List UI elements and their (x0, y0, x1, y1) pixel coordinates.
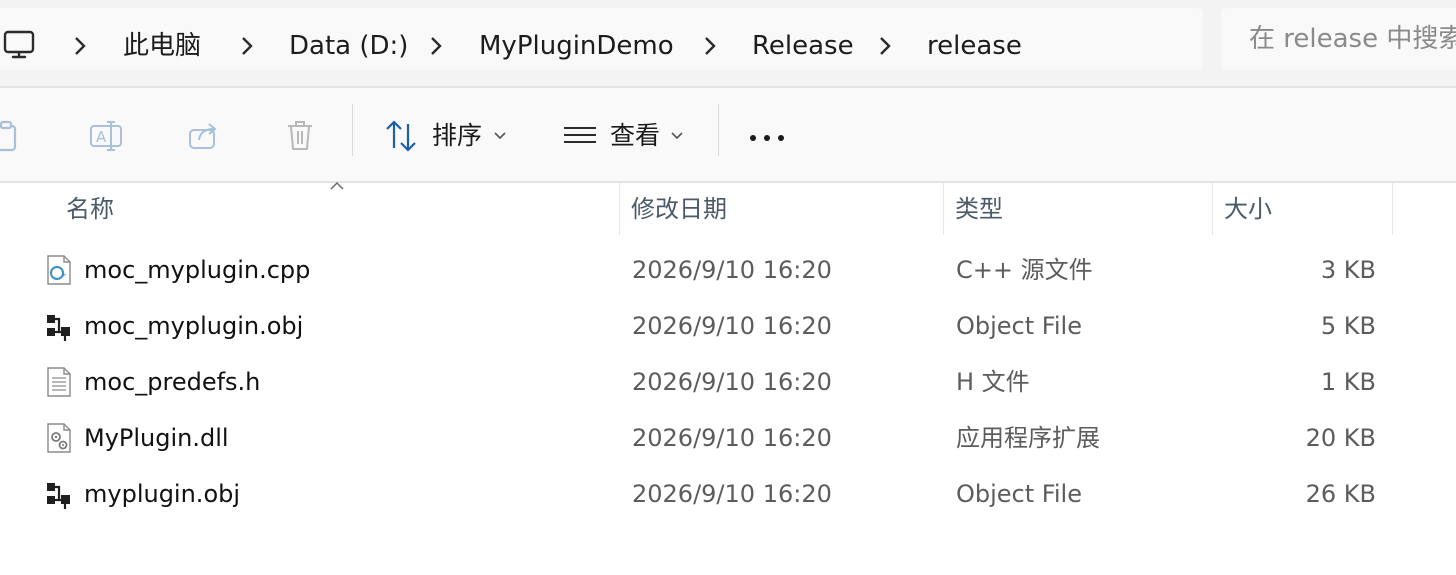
column-header-size[interactable]: 大小 (1224, 183, 1272, 235)
column-divider[interactable] (1212, 183, 1213, 235)
chevron-right-icon[interactable] (429, 35, 443, 57)
file-type: H 文件 (956, 368, 1030, 396)
sort-label: 排序 (432, 121, 483, 150)
file-modified: 2026/9/10 16:20 (632, 368, 832, 396)
file-name[interactable]: moc_myplugin.obj (84, 298, 303, 354)
file-row[interactable]: myplugin.obj 2026/9/10 16:20 Object File… (0, 466, 1456, 522)
copy-icon[interactable] (0, 118, 24, 154)
file-size: 1 KB (1320, 368, 1376, 396)
file-row[interactable]: + moc_myplugin.cpp 2026/9/10 16:20 C++ 源… (0, 242, 1456, 298)
rename-icon[interactable]: A (88, 118, 124, 154)
search-box[interactable]: 在 release 中搜索 (1221, 8, 1456, 70)
share-icon[interactable] (186, 118, 222, 154)
delete-icon[interactable] (282, 118, 318, 154)
cpp-file-icon: + (47, 255, 71, 285)
file-type: C++ 源文件 (956, 256, 1093, 284)
file-row[interactable]: moc_predefs.h 2026/9/10 16:20 H 文件 1 KB (0, 354, 1456, 410)
breadcrumb-this-pc[interactable]: 此电脑 (123, 26, 201, 66)
view-icon (564, 127, 596, 143)
object-file-icon (47, 483, 70, 509)
file-size: 20 KB (1305, 424, 1376, 452)
breadcrumb-data-drive[interactable]: Data (D:) (289, 26, 408, 66)
file-modified: 2026/9/10 16:20 (632, 424, 832, 452)
file-type: Object File (956, 480, 1082, 508)
breadcrumb-release-current[interactable]: release (927, 26, 1022, 66)
file-name[interactable]: moc_predefs.h (84, 354, 260, 410)
column-header-name[interactable]: 名称 (66, 183, 114, 235)
file-size: 5 KB (1320, 312, 1376, 340)
column-divider[interactable] (1392, 183, 1393, 235)
chevron-right-icon[interactable] (240, 35, 254, 57)
toolbar-divider (718, 104, 719, 156)
file-name[interactable]: myplugin.obj (84, 466, 240, 522)
file-explorer-window: 此电脑 Data (D:) MyPluginDemo Release relea… (0, 0, 1456, 575)
column-divider[interactable] (619, 183, 620, 235)
file-row[interactable]: moc_myplugin.obj 2026/9/10 16:20 Object … (0, 298, 1456, 354)
command-bar: A 排序 查看 (0, 88, 1456, 181)
file-name[interactable]: moc_myplugin.cpp (84, 242, 310, 298)
chevron-right-icon[interactable] (703, 35, 717, 57)
dll-file-icon (47, 423, 71, 453)
toolbar-divider (352, 104, 353, 156)
sort-icon (386, 120, 416, 152)
more-horizontal-icon[interactable] (748, 134, 788, 142)
file-modified: 2026/9/10 16:20 (632, 312, 832, 340)
file-size: 3 KB (1320, 256, 1376, 284)
chevron-right-icon[interactable] (73, 35, 87, 57)
view-label: 查看 (610, 121, 661, 150)
chevron-down-icon (671, 132, 683, 140)
column-header-type[interactable]: 类型 (955, 183, 1003, 235)
breadcrumb-myplugindemo[interactable]: MyPluginDemo (479, 26, 674, 66)
breadcrumb-release-parent[interactable]: Release (752, 26, 854, 66)
chevron-down-icon (494, 132, 506, 140)
search-input[interactable]: 在 release 中搜索 (1249, 19, 1456, 59)
chevron-right-icon[interactable] (878, 35, 892, 57)
file-modified: 2026/9/10 16:20 (632, 256, 832, 284)
file-row[interactable]: MyPlugin.dll 2026/9/10 16:20 应用程序扩展 20 K… (0, 410, 1456, 466)
object-file-icon (47, 315, 70, 341)
address-bar[interactable]: 此电脑 Data (D:) MyPluginDemo Release relea… (0, 8, 1203, 70)
file-size: 26 KB (1305, 480, 1376, 508)
file-modified: 2026/9/10 16:20 (632, 480, 832, 508)
file-type: 应用程序扩展 (956, 424, 1100, 452)
file-name[interactable]: MyPlugin.dll (84, 410, 229, 466)
svg-text:A: A (96, 128, 107, 146)
computer-icon[interactable] (0, 26, 38, 64)
sort-ascending-icon (330, 181, 344, 190)
column-divider[interactable] (943, 183, 944, 235)
address-bar-area: 此电脑 Data (D:) MyPluginDemo Release relea… (0, 0, 1456, 86)
text-file-icon (47, 367, 71, 397)
column-headers: 名称 修改日期 类型 大小 (0, 181, 1456, 235)
file-type: Object File (956, 312, 1082, 340)
svg-text:+: + (61, 271, 67, 279)
column-header-modified[interactable]: 修改日期 (631, 183, 727, 235)
